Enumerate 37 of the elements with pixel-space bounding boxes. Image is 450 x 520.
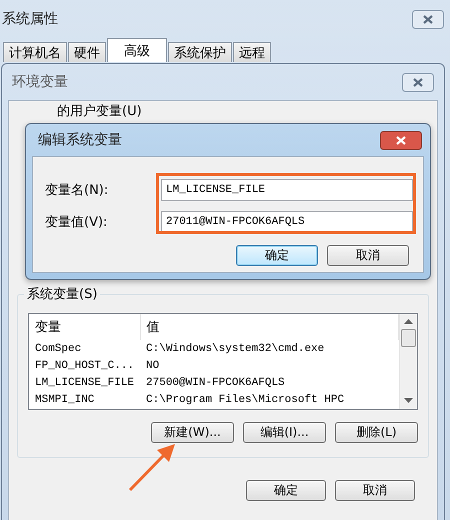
field-label: 变量值(V): (45, 214, 108, 231)
close-icon[interactable] (380, 130, 422, 150)
field-label: 变量名(N): (45, 182, 110, 199)
scroll-up-icon[interactable] (404, 319, 413, 325)
scroll-down-icon[interactable] (404, 398, 413, 404)
table-cell-text: NO (145, 358, 160, 374)
dialog-title: 编辑系统变量 (38, 131, 122, 149)
tab[interactable]: 远程 (233, 42, 271, 62)
table-cell-text: C:\Program Files\Microsoft HPC (145, 392, 346, 408)
dialog-button[interactable]: 确定 (236, 245, 318, 266)
tab[interactable]: 计算机名 (3, 42, 67, 62)
section-label: 的用户变量(U) (56, 105, 143, 119)
table-cell-text: MSMPI_INC (34, 392, 96, 408)
table-cell-text: 27500@WIN-FPCOK6AFQLS (145, 376, 286, 390)
action-button[interactable]: 删除(L) (335, 422, 418, 443)
window-title: 系统属性 (2, 10, 58, 28)
dialog-button[interactable]: 取消 (327, 245, 409, 266)
tab[interactable]: 硬件 (68, 42, 106, 62)
window-title: 环境变量 (12, 73, 68, 91)
tab[interactable]: 系统保护 (168, 42, 232, 62)
table-cell: ComSpec (29, 340, 140, 357)
close-icon[interactable] (402, 72, 434, 92)
action-button[interactable]: 编辑(I)... (243, 422, 326, 443)
input-field[interactable]: 27011@WIN-FPCOK6AFQLS (161, 211, 413, 233)
group-label: 系统变量(S) (24, 285, 100, 303)
action-button[interactable]: 新建(W)... (151, 422, 234, 443)
table-cell: C:\Windows\system32\cmd.exe (140, 340, 398, 357)
tab[interactable]: 高级 (107, 38, 167, 62)
table-cell-text: FP_NO_HOST_C... (34, 358, 136, 374)
dialog-button[interactable]: 取消 (335, 480, 415, 501)
close-icon[interactable] (412, 10, 444, 28)
dialog-button[interactable]: 确定 (246, 480, 326, 501)
table-cell-text: LM_LICENSE_FILE (34, 376, 136, 390)
input-field[interactable]: LM_LICENSE_FILE (161, 179, 413, 201)
column-header[interactable]: 值 (140, 314, 398, 340)
scrollbar[interactable] (399, 314, 417, 409)
scroll-thumb[interactable] (401, 329, 416, 347)
